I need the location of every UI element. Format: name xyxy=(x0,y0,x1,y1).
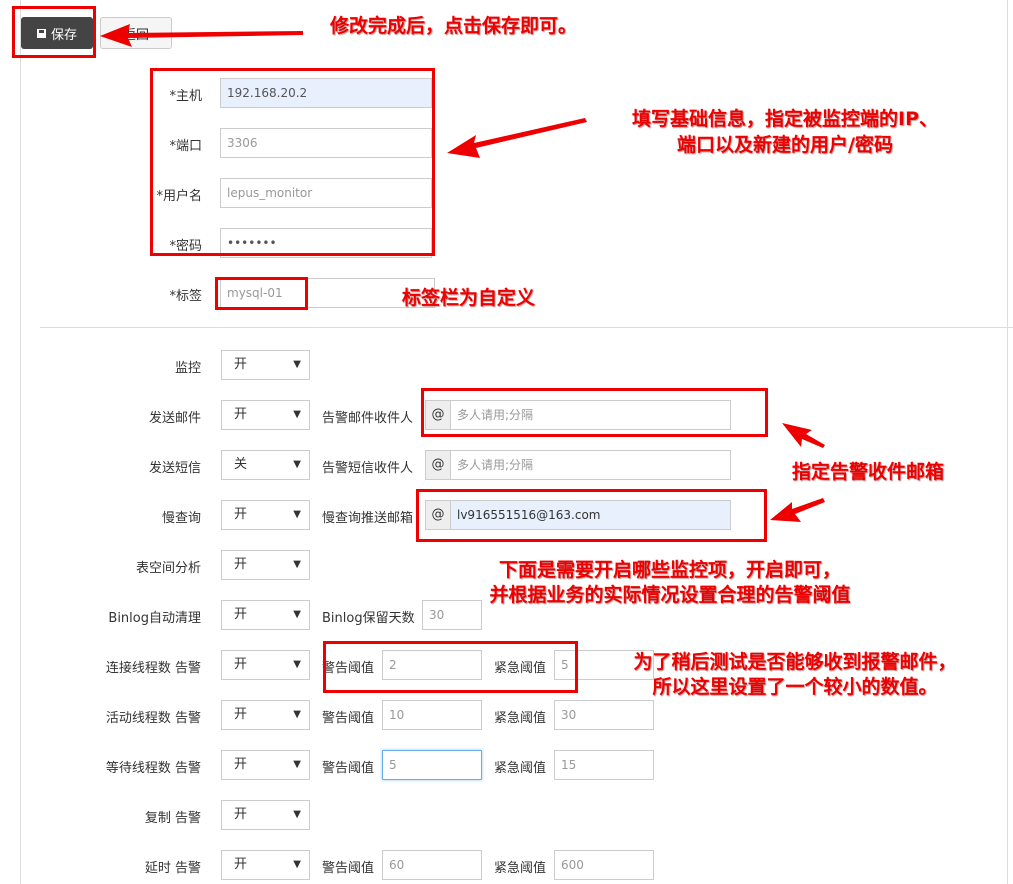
annotation-basic-line1: 填写基础信息，指定被监控端的IP、 xyxy=(632,108,938,130)
arrow-to-mail xyxy=(782,423,825,448)
annotation-tag: 标签栏为自定义 xyxy=(402,287,536,309)
arrow-to-basic xyxy=(447,118,587,158)
annotation-items-line2: 并根据业务的实际情况设置合理的告警阈值 xyxy=(489,584,851,606)
annotation-items-line1: 下面是需要开启哪些监控项，开启即可， xyxy=(498,559,841,581)
annotation-basic-line2: 端口以及新建的用户/密码 xyxy=(677,134,893,156)
arrow-to-slow-mail xyxy=(770,498,825,522)
annotation-threshold-line1: 为了稍后测试是否能够收到报警邮件， xyxy=(633,651,957,673)
annotation-mail: 指定告警收件邮箱 xyxy=(792,461,945,483)
arrow-to-save xyxy=(100,24,303,47)
annotation-save: 修改完成后，点击保存即可。 xyxy=(330,15,578,37)
annotation-threshold-line2: 所以这里设置了一个较小的数值。 xyxy=(652,676,938,698)
